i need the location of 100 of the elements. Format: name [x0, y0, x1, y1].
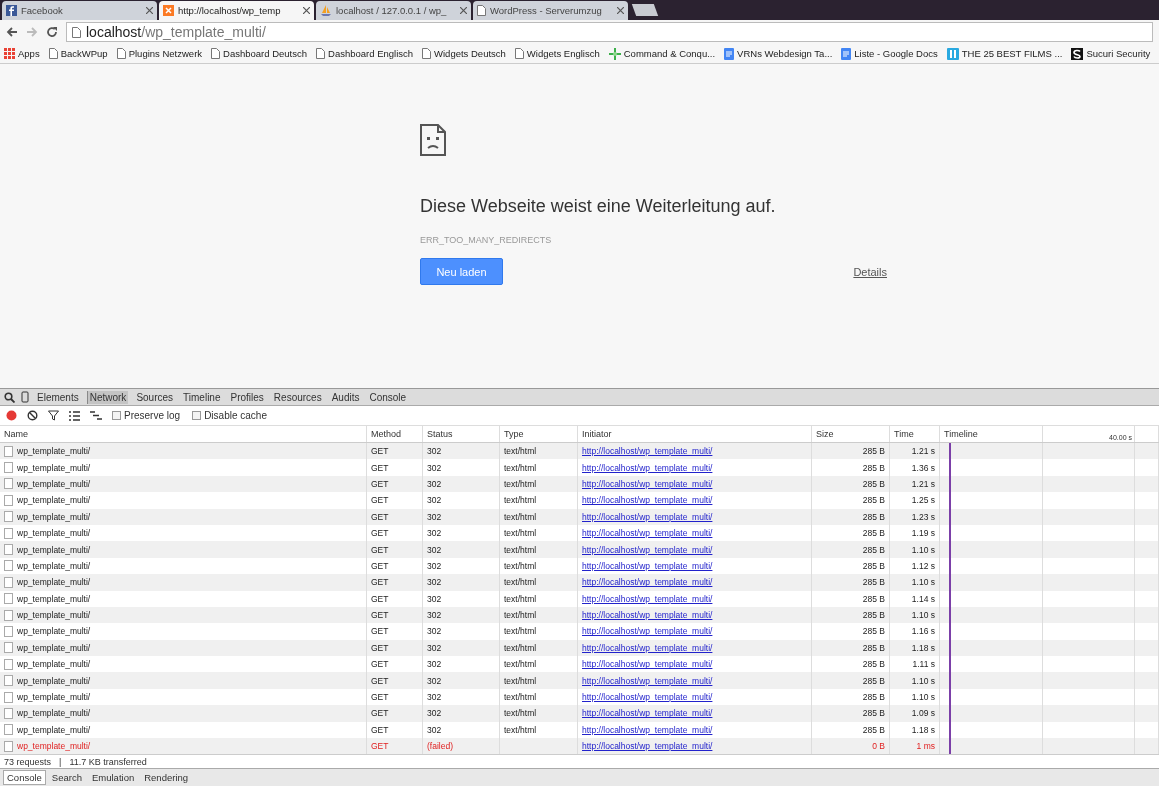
page-icon: [477, 5, 486, 16]
page-icon: [316, 48, 325, 59]
details-link[interactable]: Details: [853, 265, 887, 278]
devtools-tab[interactable]: Audits: [329, 390, 362, 404]
table-cell: 1.10 s: [890, 541, 940, 558]
table-cell[interactable]: wp_template_multi/: [0, 508, 367, 525]
initiator-link[interactable]: http://localhost/wp_template_multi/: [582, 528, 713, 539]
bookmark[interactable]: Plugins Netzwerk: [116, 48, 203, 59]
reload-icon[interactable]: [46, 26, 58, 38]
devtools-tab[interactable]: Elements: [35, 390, 81, 404]
bookmark[interactable]: Command & Conqu...: [608, 47, 716, 60]
close-icon[interactable]: [303, 7, 310, 14]
table-cell: GET: [367, 541, 423, 558]
bookmark[interactable]: Widgets Deutsch: [422, 48, 506, 59]
initiator-link[interactable]: http://localhost/wp_template_multi/: [582, 724, 713, 735]
devtools-tab[interactable]: Network: [86, 390, 129, 404]
initiator-link[interactable]: http://localhost/wp_template_multi/: [582, 741, 713, 752]
table-cell: 285 B: [812, 672, 890, 689]
record-icon[interactable]: [6, 410, 17, 421]
initiator-link[interactable]: http://localhost/wp_template_multi/: [582, 593, 713, 604]
bookmark[interactable]: Dashboard Deutsch: [211, 48, 307, 59]
bookmark[interactable]: Dashboard Englisch: [316, 48, 414, 59]
bookmark[interactable]: Widgets Englisch: [514, 48, 600, 59]
page-icon: [211, 48, 221, 59]
column-header[interactable]: Status: [423, 426, 500, 442]
browser-tab[interactable]: WordPress - Serverumzug: [473, 1, 628, 20]
table-cell[interactable]: wp_template_multi/: [0, 590, 367, 607]
table-cell[interactable]: wp_template_multi/: [0, 623, 367, 640]
sailboat-icon: [320, 5, 332, 16]
initiator-link[interactable]: http://localhost/wp_template_multi/: [582, 626, 713, 637]
bookmark[interactable]: THE 25 BEST FILMS ...: [946, 47, 1063, 60]
close-icon[interactable]: [617, 7, 624, 14]
initiator-link[interactable]: http://localhost/wp_template_multi/: [582, 692, 713, 703]
address-field[interactable]: localhost/wp_template_multi/: [66, 22, 1153, 42]
table-cell[interactable]: wp_template_multi/: [0, 672, 367, 689]
bookmark[interactable]: Sucuri Security: [1071, 47, 1151, 60]
table-cell: text/html: [500, 574, 578, 591]
new-tab-button[interactable]: [631, 4, 659, 16]
initiator-link[interactable]: http://localhost/wp_template_multi/: [582, 462, 713, 473]
waterfall-icon[interactable]: [90, 411, 102, 420]
initiator-link[interactable]: http://localhost/wp_template_multi/: [582, 478, 713, 489]
initiator-link[interactable]: http://localhost/wp_template_multi/: [582, 560, 713, 571]
drawer-tab[interactable]: Rendering: [140, 770, 193, 786]
option-checkbox[interactable]: Preserve log: [112, 410, 181, 421]
table-cell: 302: [423, 623, 500, 640]
devtools-tab[interactable]: Console: [367, 390, 409, 404]
table-cell[interactable]: wp_template_multi/: [0, 705, 367, 722]
search-icon[interactable]: [4, 391, 15, 403]
clear-icon[interactable]: [27, 410, 38, 421]
initiator-link[interactable]: http://localhost/wp_template_multi/: [582, 511, 713, 522]
table-cell[interactable]: wp_template_multi/: [0, 541, 367, 558]
column-header[interactable]: Timeline: [940, 426, 1043, 442]
table-cell[interactable]: wp_template_multi/: [0, 574, 367, 591]
initiator-link[interactable]: http://localhost/wp_template_multi/: [582, 544, 713, 555]
table-cell: 1.16 s: [890, 623, 940, 640]
browser-tab[interactable]: localhost / 127.0.0.1 / wp_: [316, 1, 471, 20]
browser-tab[interactable]: http://localhost/wp_temp: [159, 1, 314, 20]
column-header[interactable]: Type: [500, 426, 578, 442]
close-icon[interactable]: [460, 7, 467, 14]
table-cell[interactable]: wp_template_multi/: [0, 492, 367, 509]
bookmark[interactable]: BackWPup: [48, 48, 108, 59]
back-icon[interactable]: [6, 26, 18, 38]
table-cell: 302: [423, 590, 500, 607]
table-cell: 285 B: [812, 492, 890, 509]
drawer-tab[interactable]: Console: [3, 770, 46, 786]
table-cell[interactable]: wp_template_multi/: [0, 459, 367, 476]
initiator-link[interactable]: http://localhost/wp_template_multi/: [582, 708, 713, 719]
initiator-link[interactable]: http://localhost/wp_template_multi/: [582, 577, 713, 588]
bookmark[interactable]: VRNs Webdesign Ta...: [724, 47, 833, 60]
initiator-link[interactable]: http://localhost/wp_template_multi/: [582, 610, 713, 621]
browser-tab[interactable]: Facebook: [2, 1, 157, 20]
xampp-icon: [163, 5, 174, 16]
phone-icon[interactable]: [21, 391, 29, 403]
close-icon[interactable]: [146, 7, 153, 14]
list-icon[interactable]: [69, 410, 80, 421]
devtools-tab[interactable]: Sources: [134, 390, 176, 404]
column-header[interactable]: Method: [367, 426, 423, 442]
column-header[interactable]: Size: [812, 426, 890, 442]
column-header[interactable]: Name: [0, 426, 367, 442]
initiator-link[interactable]: http://localhost/wp_template_multi/: [582, 659, 713, 670]
initiator-link[interactable]: http://localhost/wp_template_multi/: [582, 495, 713, 506]
table-cell[interactable]: wp_template_multi/: [0, 738, 367, 755]
table-cell: 285 B: [812, 623, 890, 640]
drawer-tab[interactable]: Emulation: [87, 770, 139, 786]
initiator-link[interactable]: http://localhost/wp_template_multi/: [582, 642, 713, 653]
table-cell: 1.14 s: [890, 590, 940, 607]
devtools-tab[interactable]: Profiles: [228, 390, 266, 404]
initiator-link[interactable]: http://localhost/wp_template_multi/: [582, 675, 713, 686]
devtools-tab[interactable]: Timeline: [181, 390, 223, 404]
initiator-link[interactable]: http://localhost/wp_template_multi/: [582, 446, 713, 457]
option-checkbox[interactable]: Disable cache: [192, 410, 267, 421]
column-header[interactable]: Time: [890, 426, 940, 442]
drawer-tab[interactable]: Search: [47, 770, 86, 786]
bookmark[interactable]: Liste - Google Docs: [841, 47, 938, 60]
table-cell: 302: [423, 508, 500, 525]
column-header[interactable]: Initiator: [578, 426, 812, 442]
filter-icon[interactable]: [48, 410, 59, 421]
page-icon: [514, 48, 524, 59]
devtools-tab[interactable]: Resources: [271, 390, 324, 404]
bookmark[interactable]: Apps: [4, 48, 40, 59]
